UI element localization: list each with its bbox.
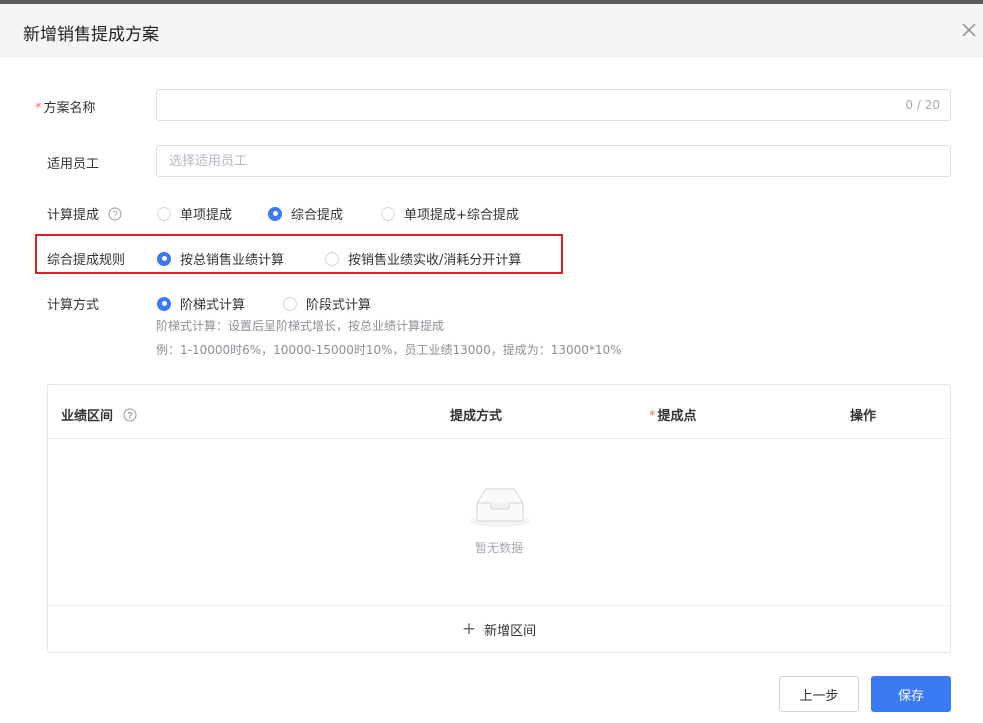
radio-stage-calc[interactable]: 阶段式计算 [283,294,371,313]
required-mark: * [649,409,656,424]
empty-text: 暂无数据 [474,541,523,555]
radio-label: 按总销售业绩计算 [180,253,285,268]
column-header-actions: 操作 [850,409,877,424]
radio-label: 综合提成 [291,208,344,223]
combined-rule-label: 综合提成规则 [47,253,126,268]
plan-name-field[interactable]: 0 / 20 [156,89,951,121]
radio-circle[interactable] [157,206,171,221]
radio-ladder-calc[interactable]: 阶梯式计算 [157,294,245,313]
svg-text:?: ? [127,410,133,420]
radio-single-commission[interactable]: 单项提成 [157,204,232,223]
commission-range-table: 业绩区间 ? 提成方式 * 提成点 操作 暂无数据 + 新增区间 [47,384,951,653]
plan-name-label-text: 方案名称 [43,101,96,116]
column-header-method: 提成方式 [450,409,503,424]
radio-circle[interactable] [157,251,171,266]
svg-text:?: ? [113,209,118,219]
radio-label: 阶梯式计算 [180,298,246,313]
calc-method-hint: 阶梯式计算：设置后呈阶梯式增长，按总业绩计算提成 [156,319,445,333]
radio-label: 单项提成 [180,208,233,223]
prev-step-button[interactable]: 上一步 [779,676,859,712]
column-header-label: 业绩区间 [61,409,114,424]
dialog-header: 新增销售提成方案 [0,4,983,58]
save-button[interactable]: 保存 [871,676,951,712]
employees-field[interactable] [156,145,951,177]
close-icon[interactable] [961,22,977,38]
employees-label: 适用员工 [47,157,100,172]
calc-commission-label-text: 计算提成 [47,208,100,223]
empty-inbox-icon [468,485,532,533]
plus-icon: + [461,618,477,639]
radio-combined-commission[interactable]: 综合提成 [268,204,343,223]
column-header-range: 业绩区间 ? [61,405,137,426]
radio-total-sales[interactable]: 按总销售业绩计算 [157,249,284,268]
question-circle-icon[interactable]: ? [108,207,122,225]
radio-label: 单项提成+综合提成 [404,208,519,223]
column-header-label: 提成点 [657,409,697,424]
add-range-label: 新增区间 [484,623,537,639]
add-range-button[interactable]: + 新增区间 [48,606,950,652]
plan-name-label: * 方案名称 [35,97,96,116]
calc-method-example: 例：1-10000时6%，10000-15000时10%，员工业绩13000，提… [156,343,622,357]
radio-separate-sales[interactable]: 按销售业绩实收/消耗分开计算 [325,249,521,268]
radio-label: 按销售业绩实收/消耗分开计算 [348,253,522,268]
required-mark: * [35,101,42,116]
header-divider [48,438,950,439]
radio-circle[interactable] [268,206,282,221]
question-circle-icon[interactable]: ? [123,408,137,426]
radio-circle[interactable] [157,296,171,311]
dialog-title: 新增销售提成方案 [23,25,159,45]
employees-select[interactable] [157,146,950,176]
calc-method-label: 计算方式 [47,298,100,313]
column-header-points: * 提成点 [649,405,697,424]
radio-single-plus-combined[interactable]: 单项提成+综合提成 [381,204,519,223]
plan-name-counter: 0 / 20 [905,98,940,112]
radio-circle[interactable] [325,251,339,266]
radio-label: 阶段式计算 [306,298,372,313]
radio-circle[interactable] [283,296,297,311]
plan-name-input[interactable] [157,90,950,120]
radio-circle[interactable] [381,206,395,221]
calc-commission-label: 计算提成 ? [47,204,122,225]
